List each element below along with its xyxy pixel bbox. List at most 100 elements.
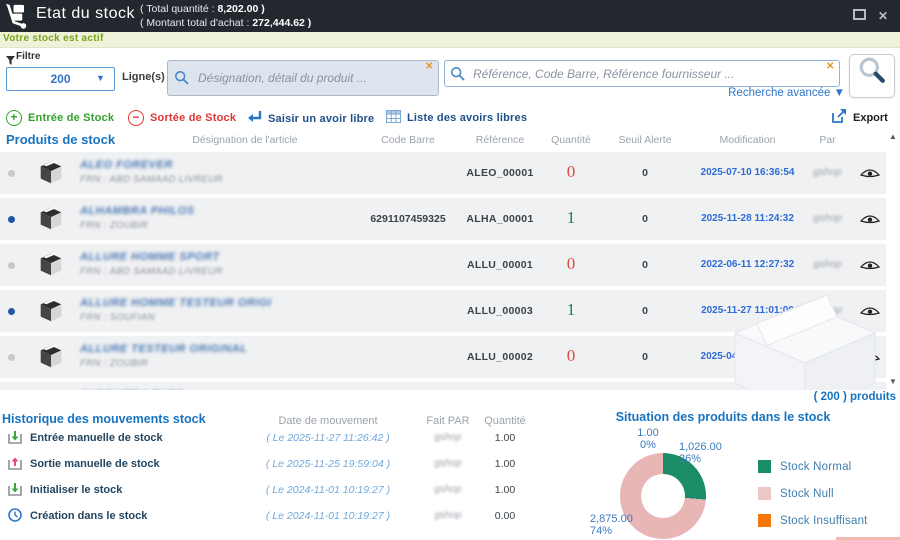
product-box-icon bbox=[36, 203, 66, 238]
minimize-button[interactable] bbox=[850, 5, 868, 21]
minimize-icon bbox=[852, 9, 866, 20]
products-table: ALEO FOREVER FRN : ABD SAMAAD LIVREUR AL… bbox=[0, 151, 900, 390]
legend-item-insufficient: Stock Insuffisant bbox=[758, 514, 868, 527]
legend-swatch-null bbox=[758, 487, 771, 500]
history-header-by: Fait PAR bbox=[426, 415, 470, 427]
legend-item-normal: Stock Normal bbox=[758, 460, 851, 473]
table-row[interactable]: ALHAMBRA PHILOS FRN : ZOUBIR 62911074593… bbox=[0, 198, 886, 240]
history-row[interactable]: Sortie manuelle de stock ( Le 2025-11-25… bbox=[0, 454, 535, 476]
page-title: Etat du stock bbox=[36, 5, 135, 22]
modified-cell: 2025-04-30 18:42:00 bbox=[700, 351, 795, 362]
stock-status-dot bbox=[8, 170, 15, 177]
view-eye-icon[interactable] bbox=[859, 351, 881, 369]
quantity-cell: 0 bbox=[566, 346, 576, 365]
stock-status-dot bbox=[8, 262, 15, 269]
history-label: Sortie manuelle de stock bbox=[30, 458, 160, 470]
history-label: Création dans le stock bbox=[30, 510, 148, 522]
products-title: Produits de stock bbox=[6, 132, 116, 147]
column-header-designation[interactable]: Désignation de l'article bbox=[130, 134, 360, 146]
product-supplier: FRN : ABD SAMAAD LIVREUR bbox=[80, 174, 223, 185]
table-row[interactable]: ALEO FOREVER FRN : ABD SAMAAD LIVREUR AL… bbox=[0, 152, 886, 194]
scroll-down-button[interactable]: ▼ bbox=[886, 376, 900, 388]
chart-title: Situation des produits dans le stock bbox=[615, 410, 831, 424]
view-eye-icon[interactable] bbox=[859, 305, 881, 323]
reference-cell: ALHA_00001 bbox=[466, 213, 534, 225]
product-box-icon bbox=[36, 157, 66, 192]
chevron-down-icon: ▼ bbox=[96, 73, 105, 83]
history-row[interactable]: Entrée manuelle de stock ( Le 2025-11-27… bbox=[0, 428, 535, 450]
column-header-reference[interactable]: Référence bbox=[450, 134, 550, 146]
column-header-barcode[interactable]: Code Barre bbox=[358, 134, 458, 146]
quantity-cell: 1 bbox=[566, 300, 576, 319]
stock-in-button[interactable]: + Entrée de Stock bbox=[6, 110, 114, 126]
history-label: Initialiser le stock bbox=[30, 484, 123, 496]
donut-label-insufficient: 1.00 0% bbox=[637, 427, 659, 451]
history-quantity: 0.00 bbox=[494, 510, 516, 522]
export-button[interactable]: Export bbox=[831, 108, 888, 127]
history-header-quantity: Quantité bbox=[484, 415, 526, 427]
view-eye-icon[interactable] bbox=[859, 167, 881, 185]
history-quantity: 1.00 bbox=[494, 484, 516, 496]
table-row[interactable]: ALLURE HOMME TESTEUR ORIGI FRN : SOUFIAN… bbox=[0, 290, 886, 332]
view-eye-icon[interactable] bbox=[859, 213, 881, 231]
product-name: ALLURE HOMME SPORT bbox=[80, 251, 220, 263]
clear-search-icon[interactable]: ✕ bbox=[425, 61, 433, 72]
history-row[interactable]: Initialiser le stock ( Le 2024-11-01 10:… bbox=[0, 480, 535, 502]
history-quantity: 1.00 bbox=[494, 432, 516, 444]
products-count: ( 200 ) produits bbox=[813, 391, 896, 403]
alert-cell: 0 bbox=[642, 167, 648, 179]
clear-search-icon[interactable]: ✕ bbox=[826, 61, 834, 72]
stock-status-dot bbox=[8, 308, 15, 315]
column-header-modification[interactable]: Modification bbox=[690, 134, 805, 146]
column-header-par[interactable]: Par bbox=[795, 134, 860, 146]
history-by: gshop bbox=[434, 484, 462, 495]
product-search-input[interactable] bbox=[167, 60, 439, 96]
table-row[interactable]: ALLURE HOMME SPORT FRN : ABD SAMAAD LIVR… bbox=[0, 244, 886, 286]
scroll-up-button[interactable]: ▲ bbox=[886, 131, 900, 143]
alert-cell: 0 bbox=[642, 305, 648, 317]
alert-cell: 0 bbox=[642, 259, 648, 271]
table-grid-icon bbox=[386, 110, 401, 126]
status-message: Votre stock est actif bbox=[3, 33, 104, 44]
history-date: ( Le 2024-11-01 10:19:27 ) bbox=[265, 484, 391, 496]
history-by: gshop bbox=[434, 458, 462, 469]
total-quantity-value: 8,202.00 ) bbox=[217, 3, 265, 15]
table-row[interactable]: ALLURE TESTEUR ORIGINAL FRN : ZOUBIR ALL… bbox=[0, 336, 886, 378]
product-name: ALLURE TESTEUR ORIGINAL bbox=[80, 343, 248, 355]
reference-search-input[interactable] bbox=[444, 60, 840, 87]
donut-label-normal: 1,026.00 26% bbox=[679, 441, 722, 465]
export-icon bbox=[831, 108, 847, 127]
lines-label: Ligne(s) bbox=[122, 71, 165, 83]
stock-status-window: Etat du stock ( Total quantité : 8,202.0… bbox=[0, 0, 900, 540]
search-button[interactable] bbox=[849, 54, 895, 98]
free-credit-button[interactable]: Saisir un avoir libre bbox=[246, 110, 374, 127]
stock-in-icon bbox=[8, 430, 22, 449]
donut-label-null: 2,875.00 74% bbox=[590, 513, 633, 537]
table-row[interactable]: ALOE VERA TUBE 5910000000001 ALOE_00001 … bbox=[0, 382, 886, 390]
quantity-cell: 0 bbox=[566, 254, 576, 273]
history-row[interactable]: Création dans le stock ( Le 2024-11-01 1… bbox=[0, 506, 535, 528]
init-stock-icon bbox=[8, 482, 22, 501]
advanced-search-link[interactable]: Recherche avancée ▼ bbox=[700, 87, 845, 99]
modified-cell: 2025-11-28 11:24:32 bbox=[701, 213, 794, 224]
hand-truck-icon bbox=[3, 2, 31, 35]
column-header-alert[interactable]: Seuil Alerte bbox=[608, 134, 682, 146]
free-credit-list-button[interactable]: Liste des avoirs libres bbox=[386, 110, 527, 126]
view-eye-icon[interactable] bbox=[859, 259, 881, 277]
by-cell: gshop bbox=[813, 212, 842, 224]
modified-cell: 2025-11-27 11:01:00 bbox=[701, 305, 794, 316]
title-bar bbox=[0, 0, 900, 32]
modified-cell: 2025-07-10 16:36:54 bbox=[700, 167, 795, 178]
search-icon bbox=[859, 57, 885, 83]
history-label: Entrée manuelle de stock bbox=[30, 432, 163, 444]
quantity-cell: 0 bbox=[566, 162, 576, 181]
product-supplier: FRN : ZOUBIR bbox=[80, 220, 149, 231]
total-amount-label: ( Montant total d'achat : bbox=[140, 17, 250, 29]
history-title: Historique des mouvements stock bbox=[2, 412, 206, 426]
column-header-quantity[interactable]: Quantité bbox=[541, 134, 601, 146]
search-icon bbox=[174, 70, 190, 91]
stock-out-button[interactable]: − Sortée de Stock bbox=[128, 110, 236, 126]
clock-icon bbox=[8, 508, 22, 527]
close-button[interactable]: ✕ bbox=[874, 8, 892, 24]
stock-status-dot bbox=[8, 216, 15, 223]
